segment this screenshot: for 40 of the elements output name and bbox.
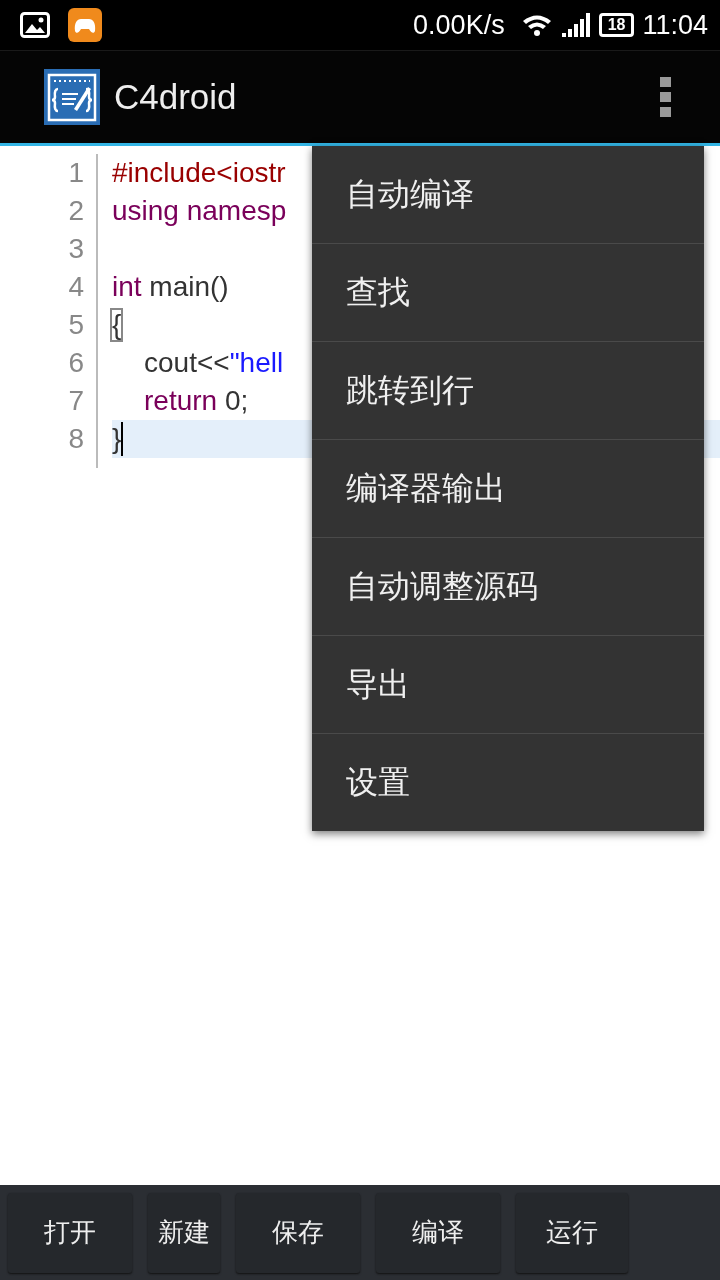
toolbar-button[interactable]: 新建 — [148, 1192, 220, 1273]
line-number: 6 — [68, 346, 84, 380]
overflow-menu-icon[interactable] — [660, 77, 672, 117]
code-text: } — [112, 422, 122, 456]
code-text: 0; — [223, 384, 249, 418]
menu-item[interactable]: 设置 — [312, 733, 704, 831]
toolbar-button[interactable]: 打开 — [8, 1192, 132, 1273]
menu-item[interactable]: 跳转到行 — [312, 341, 704, 439]
line-number: 1 — [68, 156, 84, 190]
menu-item[interactable]: 自动编译 — [312, 146, 704, 243]
code-text: #include<iostr — [112, 156, 286, 190]
app-title: C4droid — [114, 77, 238, 117]
signal-icon — [560, 12, 591, 38]
code-text: cout<< — [144, 346, 230, 380]
notepad-icon — [44, 69, 100, 125]
code-text: { — [112, 310, 122, 340]
menu-item[interactable]: 自动调整源码 — [312, 537, 704, 635]
image-icon — [20, 12, 50, 38]
code-text: return — [144, 384, 218, 418]
toolbar-button[interactable]: 编译 — [376, 1192, 500, 1273]
menu-item[interactable]: 导出 — [312, 635, 704, 733]
clock: 11:04 — [642, 9, 708, 41]
battery-indicator: 18 — [598, 13, 635, 37]
toolbar-button[interactable]: 运行 — [516, 1192, 628, 1273]
line-number: 4 — [68, 270, 84, 304]
menu-item[interactable]: 查找 — [312, 243, 704, 341]
line-number: 8 — [68, 422, 84, 456]
line-number: 3 — [68, 232, 84, 266]
text-cursor — [121, 422, 124, 456]
code-text: "hell — [229, 346, 284, 380]
line-number: 5 — [68, 308, 84, 342]
network-speed: 0.00K/s — [413, 9, 505, 41]
code-text: main() — [148, 270, 229, 304]
code-text: using namesp — [112, 194, 287, 228]
gamepad-icon — [68, 8, 102, 42]
code-text: int — [112, 270, 142, 304]
menu-item[interactable]: 编译器输出 — [312, 439, 704, 537]
line-number: 7 — [68, 384, 84, 418]
line-number: 2 — [68, 194, 84, 228]
toolbar-button[interactable]: 保存 — [236, 1192, 360, 1273]
